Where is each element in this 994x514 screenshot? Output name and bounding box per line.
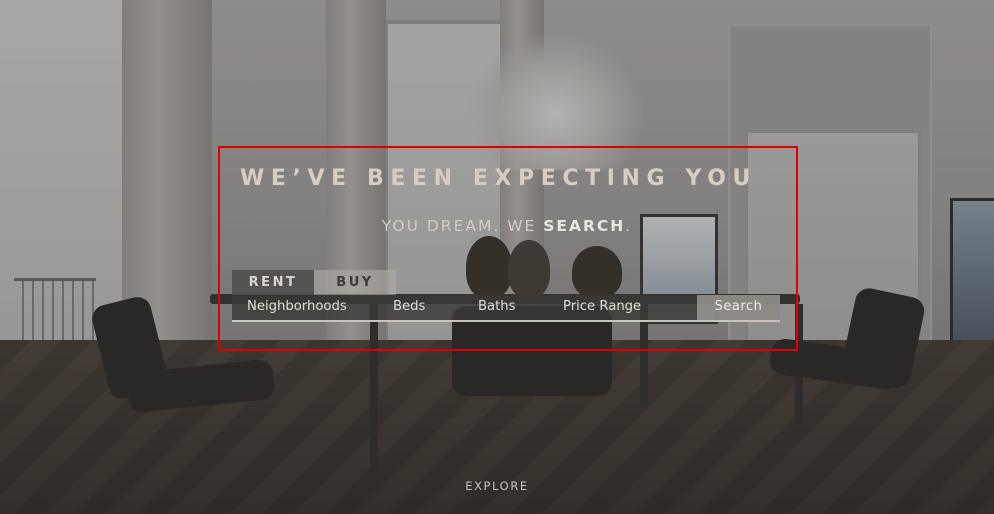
hero-subtitle: YOU DREAM. WE SEARCH. (0, 217, 994, 235)
neighborhoods-filter[interactable]: Neighborhoods (247, 295, 347, 320)
hero-title: WE’VE BEEN EXPECTING YOU (240, 166, 757, 191)
listing-type-tabs: RENT BUY (232, 270, 396, 295)
subtitle-suffix: . (625, 217, 633, 235)
subtitle-emphasis: SEARCH (543, 217, 626, 235)
beds-filter[interactable]: Beds (393, 295, 425, 320)
subtitle-prefix: YOU DREAM. WE (381, 217, 544, 235)
price-range-filter[interactable]: Price Range (563, 295, 641, 320)
explore-link[interactable]: EXPLORE (0, 479, 994, 493)
baths-filter[interactable]: Baths (478, 295, 516, 320)
search-bar: Neighborhoods Beds Baths Price Range Sea… (232, 295, 780, 322)
tab-rent[interactable]: RENT (232, 270, 314, 295)
search-button[interactable]: Search (697, 295, 780, 320)
tab-buy[interactable]: BUY (314, 270, 396, 295)
